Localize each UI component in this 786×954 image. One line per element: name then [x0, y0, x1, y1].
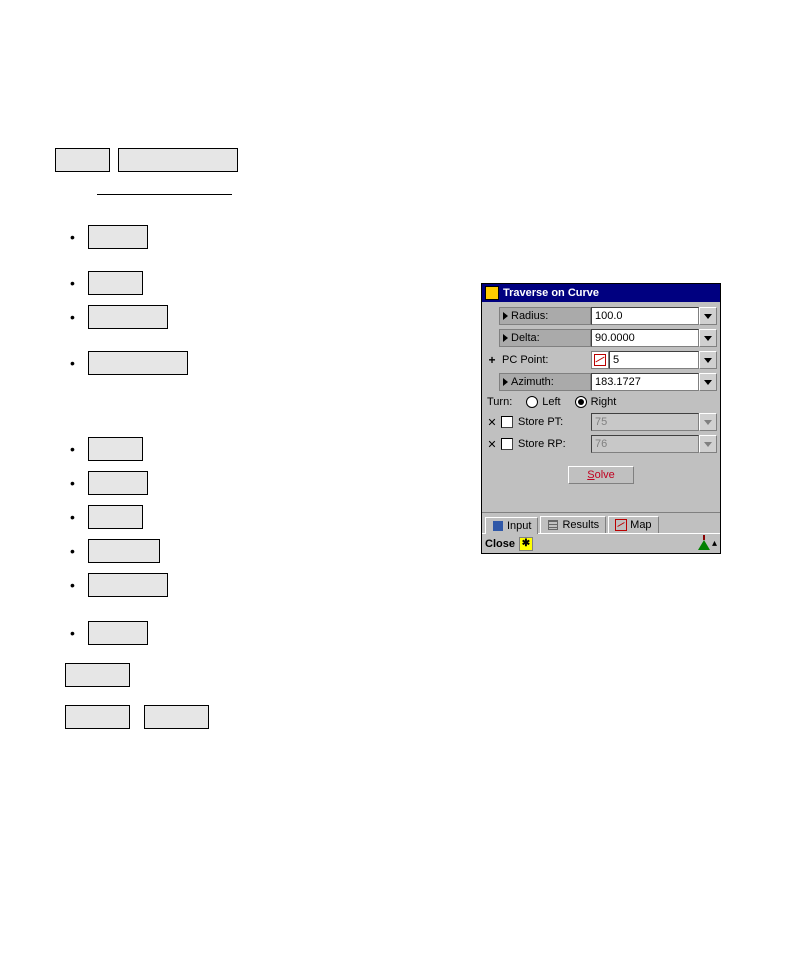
box-r3: [88, 505, 143, 529]
turn-left-label: Left: [542, 396, 560, 408]
store-pt-label: Store PT:: [518, 416, 563, 428]
box-pair-2: [144, 705, 209, 729]
form-area: Radius: 100.0 Delta: 90.0000 + PC Point:…: [482, 302, 720, 512]
radius-input[interactable]: 100.0: [591, 307, 699, 325]
radius-label[interactable]: Radius:: [499, 307, 591, 325]
turn-right-label: Right: [591, 396, 617, 408]
solve-button[interactable]: Solve: [568, 466, 634, 484]
box-below: [65, 663, 130, 687]
box-azimuth: [88, 351, 188, 375]
box-r6: [88, 621, 148, 645]
tab-map[interactable]: Map: [608, 516, 658, 533]
row-azimuth: Azimuth: 183.1727: [485, 372, 717, 392]
radius-dropdown[interactable]: [699, 307, 717, 325]
dialog-titlebar[interactable]: Traverse on Curve: [482, 284, 720, 302]
pcpoint-dropdown[interactable]: [699, 351, 717, 369]
solve-row: Solve: [485, 456, 717, 508]
row-store-pt: ✕ Store PT: 75: [485, 412, 717, 432]
row-store-rp: ✕ Store RP: 76: [485, 434, 717, 454]
plus-icon: +: [488, 353, 495, 367]
map-mini-icon: [594, 354, 606, 366]
tab-results[interactable]: Results: [540, 516, 606, 533]
delta-input[interactable]: 90.0000: [591, 329, 699, 347]
radio-right[interactable]: [575, 396, 587, 408]
list-icon: [547, 519, 559, 531]
up-arrow-icon[interactable]: ▴: [712, 538, 717, 549]
close-button[interactable]: Close ✱: [485, 537, 533, 551]
store-rp-input: 76: [591, 435, 699, 453]
delta-dropdown[interactable]: [699, 329, 717, 347]
tab-bar: Input Results Map: [482, 512, 720, 533]
storept-lead: ✕: [485, 416, 499, 429]
row-delta: Delta: 90.0000: [485, 328, 717, 348]
pcpoint-label: PC Point:: [499, 354, 591, 366]
radio-left[interactable]: [526, 396, 538, 408]
title-box-1: [55, 148, 110, 172]
app-icon: [485, 286, 499, 300]
tree-icon[interactable]: [698, 538, 710, 550]
box-r1: [88, 437, 143, 461]
tab-input[interactable]: Input: [485, 517, 538, 534]
box-r4: [88, 539, 160, 563]
store-rp-dropdown: [699, 435, 717, 453]
turn-label: Turn:: [487, 396, 512, 408]
row-pcpoint: + PC Point: 5: [485, 350, 717, 370]
delta-label[interactable]: Delta:: [499, 329, 591, 347]
bullet-group-2: [70, 437, 455, 597]
map-icon: [615, 519, 627, 531]
store-rp-checkbox[interactable]: [501, 438, 513, 450]
azimuth-label[interactable]: Azimuth:: [499, 373, 591, 391]
azimuth-input[interactable]: 183.1727: [591, 373, 699, 391]
document-left-column: [55, 148, 455, 729]
store-pt-input: 75: [591, 413, 699, 431]
box-pcpoint: [88, 305, 168, 329]
store-rp-label: Store RP:: [518, 438, 566, 450]
bullet-group-3: [70, 621, 455, 645]
caret-right-icon: [503, 312, 508, 320]
title-row: [55, 148, 455, 172]
azimuth-dropdown[interactable]: [699, 373, 717, 391]
bottom-bar: Close ✱ ▴: [482, 533, 720, 553]
row-turn: Turn: Left Right: [485, 394, 717, 412]
pcpoint-input[interactable]: 5: [609, 351, 699, 369]
store-pt-dropdown: [699, 413, 717, 431]
caret-right-icon: [503, 378, 508, 386]
bottom-pair: [65, 705, 455, 729]
bullet-group-1: [70, 225, 455, 375]
box-r5: [88, 573, 168, 597]
traverse-on-curve-dialog: Traverse on Curve Radius: 100.0 Delta: 9…: [481, 283, 721, 554]
box-pair-1: [65, 705, 130, 729]
box-delta: [88, 271, 143, 295]
pcpoint-lead: +: [485, 353, 499, 367]
box-radius: [88, 225, 148, 249]
store-pt-checkbox[interactable]: [501, 416, 513, 428]
caret-right-icon: [503, 334, 508, 342]
box-r2: [88, 471, 148, 495]
dialog-title: Traverse on Curve: [503, 287, 599, 299]
disk-icon: [492, 520, 504, 532]
storerp-lead: ✕: [485, 438, 499, 451]
pcpoint-map-button[interactable]: [591, 351, 609, 369]
title-box-2: [118, 148, 238, 172]
x-icon: ✕: [487, 438, 496, 451]
star-icon: ✱: [519, 537, 533, 551]
x-icon: ✕: [487, 416, 496, 429]
row-radius: Radius: 100.0: [485, 306, 717, 326]
subtitle-underline: [97, 194, 232, 195]
